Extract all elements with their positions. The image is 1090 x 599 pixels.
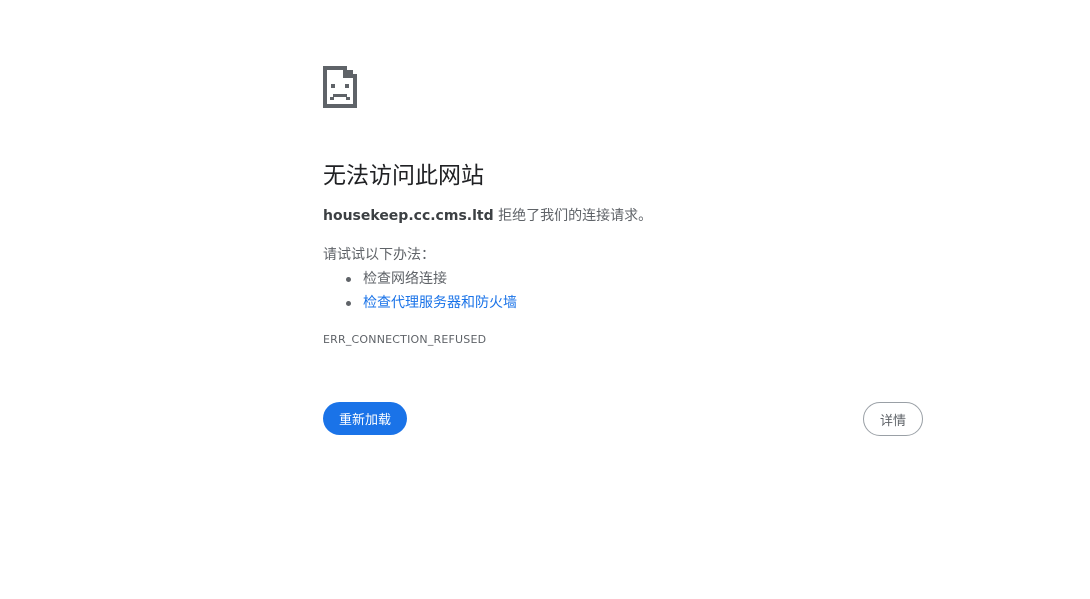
details-button[interactable]: 详情 [863,402,923,436]
error-code: ERR_CONNECTION_REFUSED [323,333,487,346]
reload-button[interactable]: 重新加载 [323,402,407,435]
sad-page-icon [323,66,357,108]
page-title: 无法访问此网站 [323,163,484,189]
host-name: housekeep.cc.cms.ltd [323,208,494,224]
error-message: 拒绝了我们的连接请求。 [493,208,653,224]
suggestions-heading: 请试试以下办法： [323,247,435,263]
bullet-icon [346,301,351,306]
suggestion-check-network: 检查网络连接 [323,267,517,291]
suggestions-list: 检查网络连接 检查代理服务器和防火墙 [323,267,517,315]
suggestion-check-proxy-firewall: 检查代理服务器和防火墙 [323,291,517,315]
error-description: housekeep.cc.cms.ltd 拒绝了我们的连接请求。 [323,205,652,225]
error-page-content: 无法访问此网站 housekeep.cc.cms.ltd 拒绝了我们的连接请求。… [323,66,923,436]
check-proxy-firewall-link[interactable]: 检查代理服务器和防火墙 [363,295,517,311]
suggestion-label: 检查网络连接 [363,271,447,287]
bullet-icon [346,277,351,282]
